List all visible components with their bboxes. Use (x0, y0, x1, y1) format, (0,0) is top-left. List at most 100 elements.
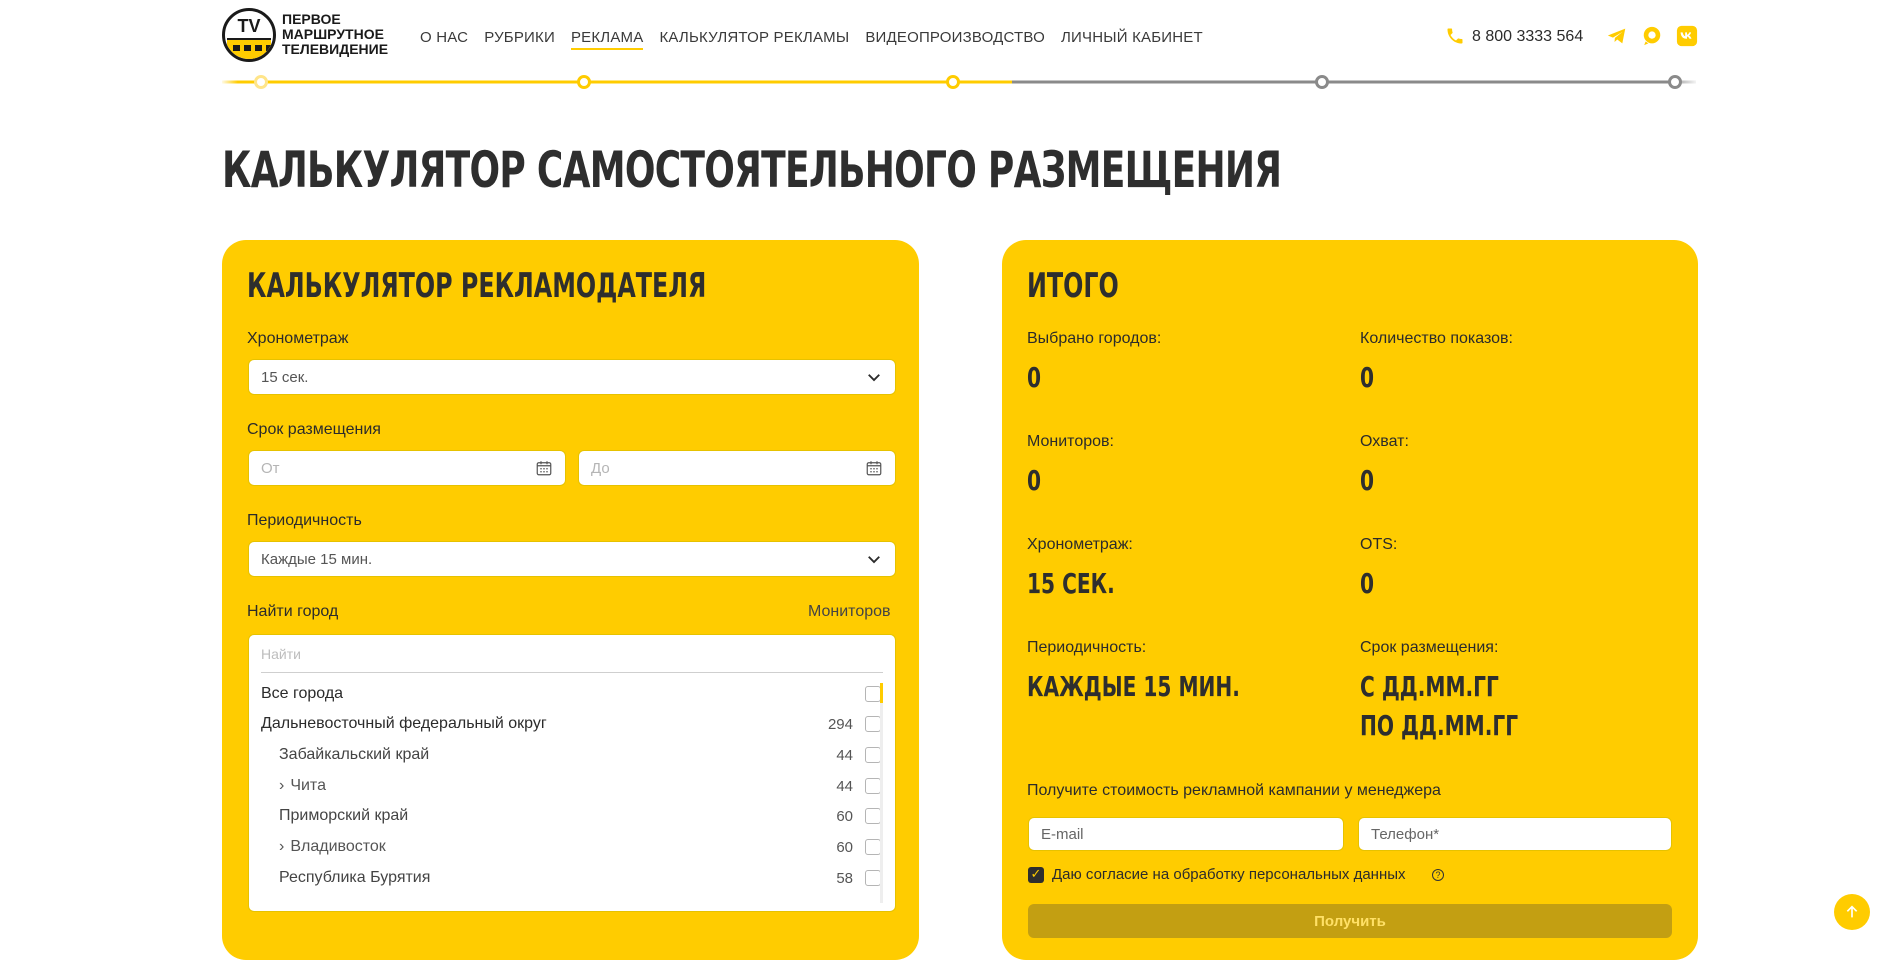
logo-line-3: ТЕЛЕВИДЕНИЕ (282, 41, 389, 57)
cities-selected-label: Выбрано городов: (1027, 330, 1162, 347)
monitors-column-label: Мониторов (808, 603, 891, 620)
scrollbar[interactable] (880, 683, 883, 903)
city-name: Все города (261, 685, 344, 702)
progress-dot (1315, 75, 1329, 89)
city-checkbox[interactable] (865, 870, 881, 886)
email-placeholder: E-mail (1041, 825, 1084, 843)
email-field[interactable]: E-mail (1028, 817, 1344, 851)
list-item[interactable]: Республика Бурятия 58 (261, 863, 881, 893)
calendar-icon[interactable] (535, 459, 553, 477)
monitor-count: 44 (836, 746, 853, 764)
list-item[interactable]: Дальневосточный федеральный округ 294 (261, 709, 881, 739)
duration-label: Хронометраж (247, 330, 349, 347)
monitor-count: 294 (827, 715, 853, 733)
phone-icon[interactable] (1445, 26, 1465, 46)
date-from-input[interactable]: От (248, 450, 566, 486)
city-checkbox[interactable] (865, 747, 881, 763)
date-to-placeholder: До (591, 459, 610, 477)
monitor-count: 44 (836, 777, 853, 795)
bus-icon (227, 38, 273, 59)
chevron-right-icon[interactable]: › (279, 838, 284, 856)
city-checkbox[interactable] (865, 839, 881, 855)
city-name: Приморский край (279, 807, 409, 824)
city-search-input[interactable]: Найти (261, 635, 883, 673)
shows-count-label: Количество показов: (1360, 330, 1513, 347)
summary-duration-value: 15 сек. (1027, 567, 1115, 600)
nav-item-account[interactable]: ЛИЧНЫЙ КАБИНЕТ (1061, 29, 1203, 50)
city-checkbox[interactable] (865, 686, 881, 702)
city-name: Республика Бурятия (279, 869, 431, 886)
phone-placeholder: Телефон* (1371, 825, 1440, 843)
city-checkbox[interactable] (865, 808, 881, 824)
nav-item-advertising[interactable]: РЕКЛАМА (570, 29, 644, 50)
city-name: Забайкальский край (279, 746, 430, 763)
consent-label: Даю согласие на обработку персональных д… (1052, 866, 1406, 883)
main-nav: О НАС РУБРИКИ РЕКЛАМА КАЛЬКУЛЯТОР РЕКЛАМ… (420, 29, 1203, 50)
reach-label: Охват: (1360, 433, 1409, 450)
list-item[interactable]: Приморский край 60 (261, 801, 881, 831)
nav-item-ad-calculator[interactable]: КАЛЬКУЛЯТОР РЕКЛАМЫ (659, 29, 849, 50)
city-checkbox[interactable] (865, 778, 881, 794)
reach-value: 0 (1360, 464, 1375, 497)
calendar-icon[interactable] (865, 459, 883, 477)
list-item[interactable]: Все города (261, 679, 881, 709)
summary-frequency-label: Периодичность: (1027, 639, 1147, 656)
arrow-up-icon (1846, 905, 1858, 918)
city-name: Дальневосточный федеральный округ (261, 715, 547, 732)
chevron-down-icon (868, 556, 880, 564)
chevron-right-icon[interactable]: › (279, 777, 284, 795)
summary-period-to: по дд.мм.гг (1360, 709, 1519, 742)
city-name: Владивосток (290, 838, 386, 855)
city-name: Чита (290, 777, 326, 794)
scrollbar-thumb[interactable] (880, 683, 883, 703)
date-to-input[interactable]: До (578, 450, 896, 486)
chevron-down-icon (868, 374, 880, 382)
help-icon[interactable]: ? (1432, 869, 1444, 881)
progress-dot (1668, 75, 1682, 89)
period-label: Срок размещения (247, 421, 381, 438)
city-checkbox[interactable] (865, 716, 881, 732)
list-item[interactable]: › Владивосток 60 (261, 832, 881, 862)
submit-button[interactable]: Получить (1028, 904, 1672, 938)
logo-badge-text: TV (237, 16, 261, 36)
summary-duration-label: Хронометраж: (1027, 536, 1133, 553)
monitors-label: Мониторов: (1027, 433, 1114, 450)
logo-text[interactable]: ПЕРВОЕ МАРШРУТНОЕ ТЕЛЕВИДЕНИЕ (282, 12, 388, 57)
monitor-count: 60 (836, 838, 853, 856)
page-title: КАЛЬКУЛЯТОР САМОСТОЯТЕЛЬНОГО РАЗМЕЩЕНИЯ (222, 141, 1282, 199)
scroll-to-top-button[interactable] (1834, 894, 1870, 930)
logo-badge[interactable]: TV (222, 8, 276, 62)
duration-value: 15 сек. (261, 368, 309, 386)
cities-selected-value: 0 (1027, 361, 1042, 394)
logo-line-1: ПЕРВОЕ (282, 11, 341, 27)
city-list: Найти Все города Дальневосточный федерал… (248, 634, 896, 912)
request-label: Получите стоимость рекламной кампании у … (1027, 782, 1441, 799)
frequency-label: Периодичность (247, 512, 362, 529)
progress-dot (577, 75, 591, 89)
nav-item-about[interactable]: О НАС (420, 29, 468, 50)
list-item[interactable]: › Чита 44 (261, 771, 881, 801)
nav-item-video-production[interactable]: ВИДЕОПРОИЗВОДСТВО (865, 29, 1045, 50)
summary-period-from: с дд.мм.гг (1360, 670, 1499, 703)
ots-label: OTS: (1360, 536, 1398, 553)
phone-field[interactable]: Телефон* (1358, 817, 1672, 851)
chat-icon[interactable] (1641, 25, 1663, 47)
city-search-label: Найти город (247, 603, 339, 620)
summary-frequency-value: Каждые 15 мин. (1027, 670, 1240, 703)
vk-icon[interactable] (1676, 25, 1698, 47)
shows-count-value: 0 (1360, 361, 1375, 394)
date-from-placeholder: От (261, 459, 280, 477)
duration-select[interactable]: 15 сек. (248, 359, 896, 395)
frequency-select[interactable]: Каждые 15 мин. (248, 541, 896, 577)
frequency-value: Каждые 15 мин. (261, 550, 373, 568)
nav-item-rubrics[interactable]: РУБРИКИ (484, 29, 555, 50)
monitor-count: 58 (836, 869, 853, 887)
summary-title: ИТОГО (1027, 266, 1119, 306)
calculator-title: КАЛЬКУЛЯТОР РЕКЛАМОДАТЕЛЯ (247, 266, 707, 306)
list-item[interactable]: Забайкальский край 44 (261, 740, 881, 770)
telegram-icon[interactable] (1606, 25, 1628, 47)
phone-number[interactable]: 8 800 3333 564 (1472, 28, 1583, 46)
consent-checkbox[interactable]: ✓ (1028, 867, 1044, 883)
monitor-count: 60 (836, 807, 853, 825)
logo-line-2: МАРШРУТНОЕ (282, 26, 384, 42)
